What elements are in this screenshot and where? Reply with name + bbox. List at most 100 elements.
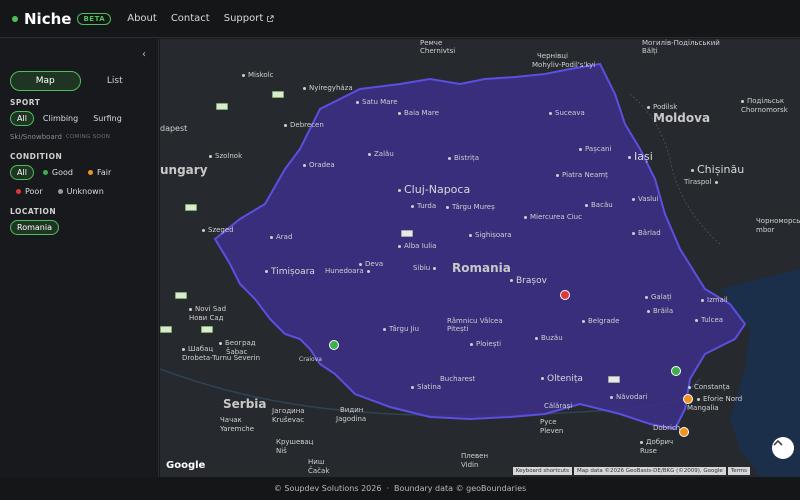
footer-boundary-credit: Boundary data © geoBoundaries <box>393 484 527 493</box>
spot-marker-fair[interactable] <box>683 394 693 404</box>
spot-marker-poor[interactable] <box>560 290 570 300</box>
city-label: Bălți <box>642 47 658 55</box>
city-label: Jagodina <box>336 415 367 423</box>
city-label: Nyíregyháza <box>303 84 353 92</box>
nav-support-link[interactable]: Support <box>224 13 275 24</box>
location-romania-chip[interactable]: Romania <box>10 220 59 235</box>
city-label: mbor <box>756 226 775 234</box>
city-label: Brașov <box>510 276 547 286</box>
city-label: Brăila <box>647 307 673 315</box>
city-label: Yaremche <box>220 425 255 433</box>
city-label: Drobeta-Turnu Severin <box>182 354 261 362</box>
city-label: Ремче <box>420 39 443 47</box>
sport-surfing-chip[interactable]: Surfing <box>87 111 128 126</box>
condition-options-row1: All Good Fair <box>10 165 155 180</box>
filter-sidebar: ‹ Map List SPORT All Climbing Surfing Sk… <box>0 39 159 477</box>
city-label: Ниш <box>308 458 325 466</box>
city-label: Bârlad <box>632 229 661 237</box>
city-label: Чачак <box>220 416 242 424</box>
map-label-hungary: ungary <box>160 163 208 177</box>
top-bar: Niche BETA About Contact Support <box>0 0 800 38</box>
spot-marker-good[interactable] <box>671 366 681 376</box>
sport-climbing-chip[interactable]: Climbing <box>37 111 84 126</box>
city-label: Подільськ <box>741 97 784 105</box>
city-label: Iași <box>628 150 653 163</box>
city-label: Târgu Jiu <box>383 325 419 333</box>
map-canvas[interactable]: Romania Moldova ungary Serbia dapest Mis… <box>160 39 800 477</box>
city-label: Плевен <box>461 452 489 460</box>
sport-ski-option: Ski/Snowboard <box>10 133 62 141</box>
nav-about-link[interactable]: About <box>127 13 157 24</box>
terms-link[interactable]: Terms <box>727 467 750 475</box>
road-badge <box>272 91 284 98</box>
city-label: Vaslui <box>632 195 659 203</box>
keyboard-shortcuts-link[interactable]: Keyboard shortcuts <box>512 467 573 475</box>
nav-contact-link[interactable]: Contact <box>171 13 210 24</box>
road-badge <box>175 292 187 299</box>
city-label: Baia Mare <box>398 109 439 117</box>
city-label: Bacău <box>585 201 613 209</box>
poor-dot-icon <box>16 189 21 194</box>
city-label: Добрич <box>640 438 673 446</box>
city-label: Timișoara <box>265 267 315 277</box>
footer-copyright: © Soupdev Solutions 2026 <box>273 484 382 493</box>
google-logo: Google <box>166 460 206 471</box>
map-data-notice: Map data ©2026 GeoBasis-DE/BKG (©2009), … <box>574 467 726 475</box>
city-label: Cluj-Napoca <box>398 183 470 196</box>
city-label: Београд <box>219 339 256 347</box>
city-label: Pleven <box>540 427 564 435</box>
city-label: Debrecen <box>284 121 324 129</box>
external-link-icon <box>267 14 274 22</box>
footer: © Soupdev Solutions 2026 · Boundary data… <box>0 477 800 500</box>
condition-unknown-chip[interactable]: Unknown <box>52 184 110 199</box>
city-label: Могилів-Подільський <box>642 39 720 47</box>
sport-all-chip[interactable]: All <box>10 111 34 126</box>
collapse-sidebar-icon[interactable]: ‹ <box>142 49 146 60</box>
city-label: Călărași <box>544 402 573 410</box>
map-view-button[interactable]: Map <box>10 71 81 91</box>
city-label: Izmail <box>701 296 728 304</box>
city-label: Târgu Mureș <box>446 203 495 211</box>
map-action-button[interactable] <box>772 437 794 459</box>
condition-good-label: Good <box>51 168 73 177</box>
map-label-romania: Romania <box>452 261 511 275</box>
city-label: Szolnok <box>209 152 242 160</box>
condition-unknown-label: Unknown <box>66 187 104 196</box>
city-label: Mangalia <box>687 404 719 412</box>
city-label: Vidin <box>461 461 479 469</box>
beta-badge: BETA <box>77 12 112 25</box>
condition-poor-chip[interactable]: Poor <box>10 184 49 199</box>
map-label-budapest: dapest <box>160 124 188 133</box>
condition-good-chip[interactable]: Good <box>37 165 79 180</box>
road-badge <box>201 326 213 333</box>
city-label: Ploiești <box>470 340 501 348</box>
city-label: Русе <box>540 418 557 426</box>
brand-dot-icon <box>12 15 18 22</box>
spot-marker-good[interactable] <box>329 340 339 350</box>
city-label: Slatina <box>411 383 441 391</box>
city-label: Zalău <box>368 150 394 158</box>
brand[interactable]: Niche BETA <box>12 10 112 28</box>
city-label: Arad <box>270 233 292 241</box>
map-attribution: Keyboard shortcuts Map data ©2026 GeoBas… <box>511 467 750 475</box>
sport-section-title: SPORT <box>10 98 41 107</box>
city-label: Galați <box>645 293 672 301</box>
city-label: Szeged <box>202 226 234 234</box>
city-label: Suceava <box>549 109 585 117</box>
city-label: Miercurea Ciuc <box>524 213 582 221</box>
city-label: Chișinău <box>691 163 744 176</box>
city-label: Ruse <box>640 447 657 455</box>
spot-marker-fair[interactable] <box>679 427 689 437</box>
road-badge <box>608 376 620 383</box>
city-label: Pitești <box>447 325 469 333</box>
city-label: Tiraspol <box>684 178 721 186</box>
city-label: Năvodari <box>610 393 648 401</box>
list-view-button[interactable]: List <box>81 71 150 91</box>
city-label: Buzău <box>535 334 563 342</box>
city-label: Satu Mare <box>356 98 398 106</box>
condition-all-chip[interactable]: All <box>10 165 34 180</box>
condition-fair-label: Fair <box>97 168 112 177</box>
city-label: Bucharest <box>440 375 476 383</box>
condition-fair-chip[interactable]: Fair <box>82 165 117 180</box>
city-label: Kruševac <box>272 416 305 424</box>
